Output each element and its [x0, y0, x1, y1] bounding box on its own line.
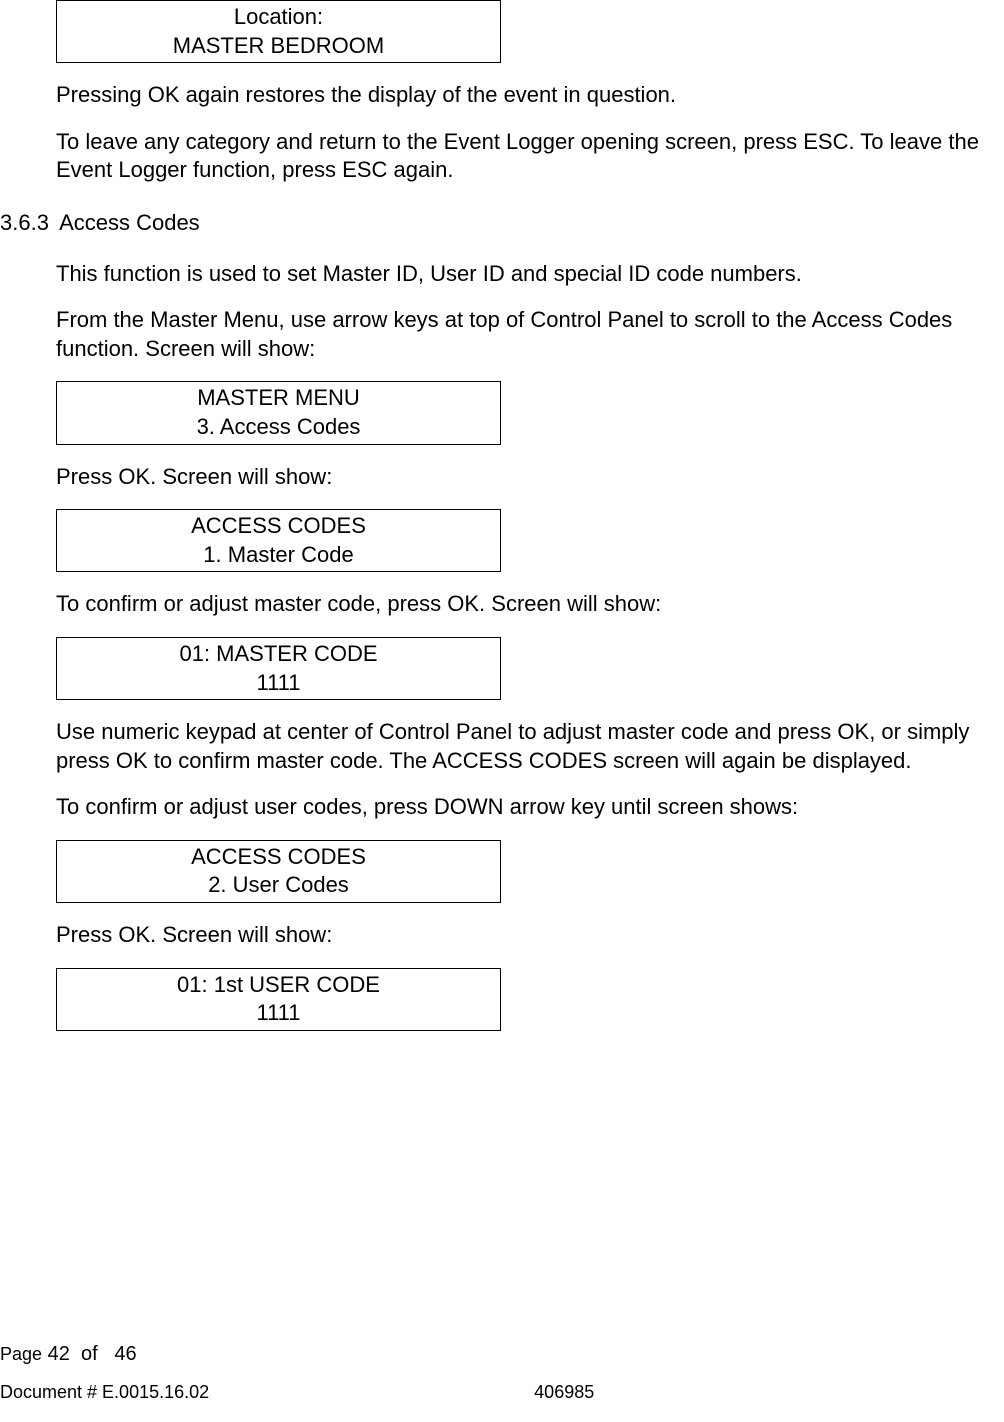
display-box-location: Location: MASTER BEDROOM [56, 0, 501, 63]
paragraph: This function is used to set Master ID, … [56, 260, 994, 289]
display-line: 01: MASTER CODE [57, 640, 500, 669]
paragraph: To confirm or adjust master code, press … [56, 590, 994, 619]
display-box-master-menu: MASTER MENU 3. Access Codes [56, 381, 501, 444]
display-box-access-codes-1: ACCESS CODES 1. Master Code [56, 509, 501, 572]
display-line: 3. Access Codes [57, 413, 500, 442]
display-line: ACCESS CODES [57, 512, 500, 541]
paragraph: Pressing OK again restores the display o… [56, 81, 994, 110]
display-box-user-code: 01: 1st USER CODE 1111 [56, 968, 501, 1031]
display-line: 1111 [57, 999, 500, 1028]
display-line: 1. Master Code [57, 541, 500, 570]
display-line: MASTER MENU [57, 384, 500, 413]
display-line: 1111 [57, 669, 500, 698]
footer-doc-right: 406985 [534, 1381, 594, 1404]
section-number: 3.6.3 [0, 209, 49, 238]
display-line: ACCESS CODES [57, 843, 500, 872]
display-line: Location: [57, 3, 500, 32]
paragraph: To confirm or adjust user codes, press D… [56, 793, 994, 822]
display-line: 01: 1st USER CODE [57, 971, 500, 1000]
footer-page-number: 42 [48, 1343, 70, 1365]
paragraph: Press OK. Screen will show: [56, 463, 994, 492]
footer-total-pages: 46 [114, 1343, 136, 1365]
footer-page-word: Page [0, 1344, 42, 1364]
paragraph: To leave any category and return to the … [56, 128, 994, 185]
section-title: Access Codes [59, 209, 200, 238]
section-heading: 3.6.3 Access Codes [0, 209, 994, 238]
paragraph: From the Master Menu, use arrow keys at … [56, 306, 994, 363]
display-box-access-codes-2: ACCESS CODES 2. User Codes [56, 840, 501, 903]
footer-of-word: of [81, 1343, 98, 1365]
footer-doc-label: Document # E.0015.16.02 [0, 1381, 209, 1404]
page-footer: Page 42 of 46 Document # E.0015.16.02 40… [0, 1341, 1004, 1404]
paragraph: Use numeric keypad at center of Control … [56, 718, 994, 775]
display-line: 2. User Codes [57, 871, 500, 900]
display-box-master-code: 01: MASTER CODE 1111 [56, 637, 501, 700]
display-line: MASTER BEDROOM [57, 32, 500, 61]
paragraph: Press OK. Screen will show: [56, 921, 994, 950]
